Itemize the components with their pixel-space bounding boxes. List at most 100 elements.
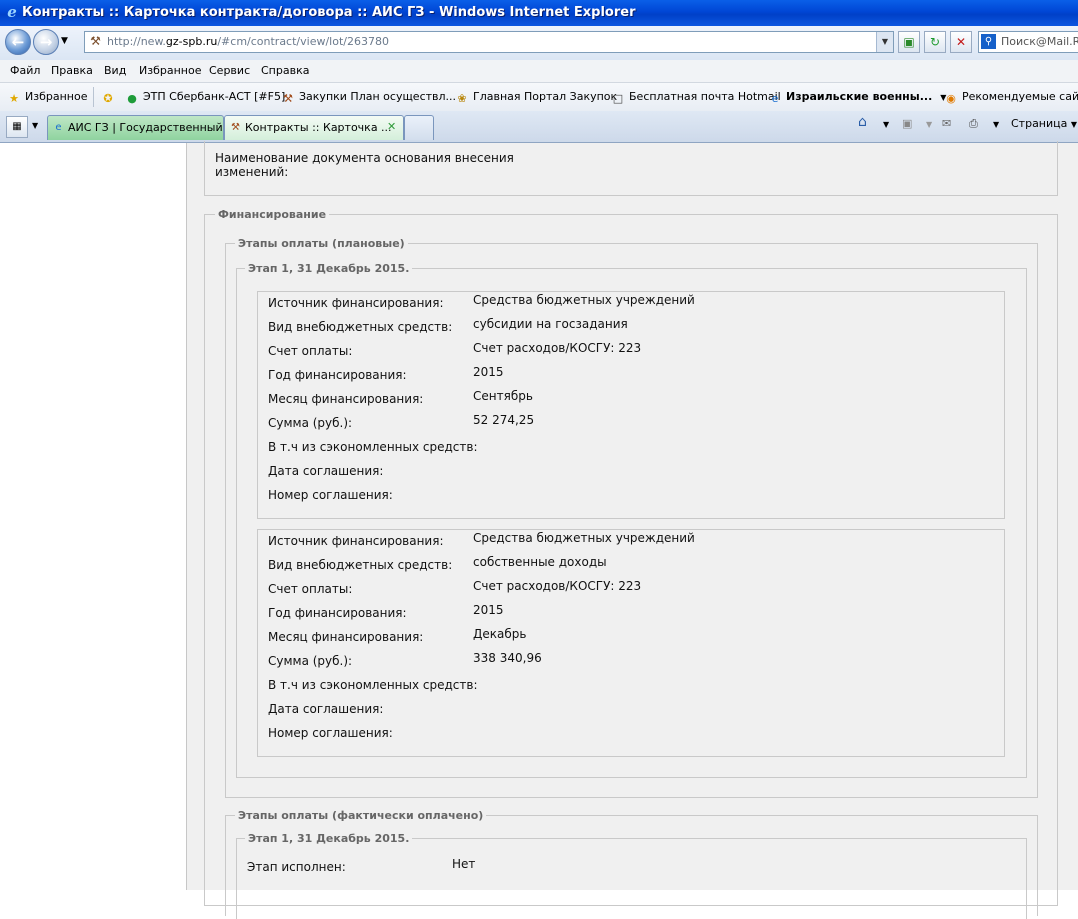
home-icon[interactable]: ⌂ [858, 114, 867, 130]
fav-item-zakupki-plan[interactable]: ⚒ Закупки План осуществл... [281, 90, 456, 106]
menu-tools[interactable]: Сервис [209, 64, 250, 77]
search-provider-icon: ⚲ [981, 34, 996, 49]
menu-edit[interactable]: Правка [51, 64, 93, 77]
tab-bar: ▦ ▼ e АИС ГЗ | Государственный ... ⚒ Кон… [0, 111, 1078, 143]
favorites-divider [93, 87, 94, 107]
account-label: Счет оплаты: [268, 582, 353, 596]
page-menu[interactable]: Страница ▼ [1011, 117, 1077, 130]
star-add-icon: ✪ [103, 92, 113, 105]
add-favorite-icon[interactable]: ✪ [101, 90, 119, 106]
source-label: Источник финансирования: [268, 296, 444, 310]
month-value: Сентябрь [473, 389, 533, 403]
back-button[interactable]: ← [5, 29, 31, 55]
doc-basis-label-2: изменений: [215, 165, 289, 179]
favorites-bar: ★ Избранное ✪ ● ЭТП Сбербанк-АСТ [#F5] ⚒ За… [0, 83, 1078, 112]
actual-stages-fieldset: Этапы оплаты (фактически оплачено) Этап … [225, 809, 1038, 919]
favorites-button[interactable]: ★ Избранное [7, 90, 87, 106]
account-value: Счет расходов/КОСГУ: 223 [473, 579, 642, 593]
actual-stage-fieldset: Этап 1, 31 Декабрь 2015. Этап исполнен: … [236, 832, 1027, 919]
agreement-number-label: Номер соглашения: [268, 488, 393, 502]
address-dropdown-icon[interactable]: ▼ [876, 32, 893, 52]
page-icon: □ [612, 92, 624, 105]
planned-stage-legend: Этап 1, 31 Декабрь 2015. [245, 262, 413, 275]
chevron-down-icon: ▼ [1070, 120, 1078, 129]
account-value: Счет расходов/КОСГУ: 223 [473, 341, 642, 355]
sum-value: 52 274,25 [473, 413, 535, 427]
actual-stages-legend: Этапы оплаты (фактически оплачено) [235, 809, 487, 822]
quick-tabs-icon[interactable]: ▦ [6, 116, 28, 138]
search-input[interactable]: ⚲ Поиск@Mail.Ru [978, 31, 1078, 53]
forward-button[interactable]: → [33, 29, 59, 55]
month-value: Декабрь [473, 627, 527, 641]
payment-block-1: Источник финансирования: Средства бюджет… [257, 291, 1005, 519]
financing-fieldset: Финансирование Этапы оплаты (плановые) Э… [204, 208, 1058, 919]
agreement-number-label: Номер соглашения: [268, 726, 393, 740]
fav-item-israeli[interactable]: e Израильские военны... ▼ [768, 90, 947, 106]
fav-item-hotmail[interactable]: □ Бесплатная почта Hotmail [611, 90, 781, 106]
month-label: Месяц финансирования: [268, 392, 424, 406]
stage-done-value: Нет [452, 857, 476, 871]
menu-help[interactable]: Справка [261, 64, 309, 77]
left-panel [0, 143, 187, 890]
year-value: 2015 [473, 603, 504, 617]
tab-ais-gz[interactable]: e АИС ГЗ | Государственный ... [47, 115, 224, 140]
month-label: Месяц финансирования: [268, 630, 424, 644]
address-url[interactable]: http://new.gz-spb.ru/#cm/contract/view/l… [107, 35, 389, 48]
print-icon[interactable]: ⎙ [969, 117, 978, 131]
new-tab-button[interactable] [404, 115, 434, 140]
compatibility-icon[interactable]: ▣ [898, 31, 920, 53]
year-label: Год финансирования: [268, 606, 407, 620]
close-tab-icon[interactable]: ✕ [387, 120, 396, 133]
history-dropdown-icon[interactable]: ▼ [61, 36, 68, 46]
fav-item-recommended[interactable]: ◉Рекомендуемые сайты [944, 90, 1078, 106]
refresh-icon[interactable]: ↻ [924, 31, 946, 53]
year-value: 2015 [473, 365, 504, 379]
planned-stages-fieldset: Этапы оплаты (плановые) Этап 1, 31 Декаб… [225, 237, 1038, 798]
window-title: Контракты :: Карточка контракта/договора… [22, 5, 636, 20]
menu-view[interactable]: Вид [104, 64, 126, 77]
fav-item-sberbank[interactable]: ● ЭТП Сбербанк-АСТ [#F5] [125, 90, 285, 106]
fav-item-zakupki-portal[interactable]: ❀ Главная Портал Закупок [455, 90, 617, 106]
sberbank-icon: ● [127, 92, 137, 105]
ie-page-icon: e [55, 122, 62, 133]
actual-stage-legend: Этап 1, 31 Декабрь 2015. [245, 832, 413, 845]
stop-icon[interactable]: ✕ [950, 31, 972, 53]
doc-basis-label-1: Наименование документа основания внесени… [215, 151, 514, 165]
page-icon: ⚒ [90, 34, 101, 48]
menu-favorites[interactable]: Избранное [139, 64, 201, 77]
planned-stages-legend: Этапы оплаты (плановые) [235, 237, 408, 250]
ie-page-icon: e [771, 92, 779, 105]
agreement-date-label: Дата соглашения: [268, 464, 384, 478]
emblem-icon: ❀ [457, 92, 467, 105]
home-dropdown-icon[interactable]: ▼ [883, 120, 889, 129]
kind-value: собственные доходы [473, 555, 607, 569]
feeds-icon[interactable]: ▣ [902, 117, 912, 130]
address-bar[interactable]: ⚒ http://new.gz-spb.ru/#cm/contract/view… [84, 31, 894, 53]
window-title-bar: e Контракты :: Карточка контракта/догово… [0, 0, 1078, 26]
ie-logo-icon: e [7, 3, 17, 21]
agreement-date-label: Дата соглашения: [268, 702, 384, 716]
saved-label: В т.ч из сэкономленных средств: [268, 678, 478, 692]
contract-card-panel: Наименование документа основания внесени… [187, 141, 1078, 919]
source-value: Средства бюджетных учреждений [473, 531, 695, 545]
saved-label: В т.ч из сэкономленных средств: [268, 440, 478, 454]
source-value: Средства бюджетных учреждений [473, 293, 695, 307]
sum-label: Сумма (руб.): [268, 654, 353, 668]
kind-value: субсидии на госзадания [473, 317, 628, 331]
tab-contracts[interactable]: ⚒ Контракты :: Карточка ... ✕ [224, 115, 404, 140]
account-label: Счет оплаты: [268, 344, 353, 358]
payment-block-2: Источник финансирования: Средства бюджет… [257, 529, 1005, 757]
kind-label: Вид внебюджетных средств: [268, 558, 453, 572]
doc-basis-fieldset: Наименование документа основания внесени… [204, 141, 1058, 196]
suggested-sites-icon: ◉ [946, 92, 956, 105]
tab-list-dropdown-icon[interactable]: ▼ [32, 121, 38, 130]
print-dropdown-icon[interactable]: ▼ [993, 120, 999, 129]
star-icon: ★ [9, 92, 19, 105]
source-label: Источник финансирования: [268, 534, 444, 548]
sum-value: 338 340,96 [473, 651, 542, 665]
feeds-dropdown-icon[interactable]: ▼ [926, 120, 932, 129]
tools-icon: ⚒ [231, 122, 240, 133]
menu-file[interactable]: Файл [10, 64, 40, 77]
mail-icon[interactable]: ✉ [942, 117, 951, 130]
planned-stage-fieldset: Этап 1, 31 Декабрь 2015. Источник финанс… [236, 262, 1027, 778]
